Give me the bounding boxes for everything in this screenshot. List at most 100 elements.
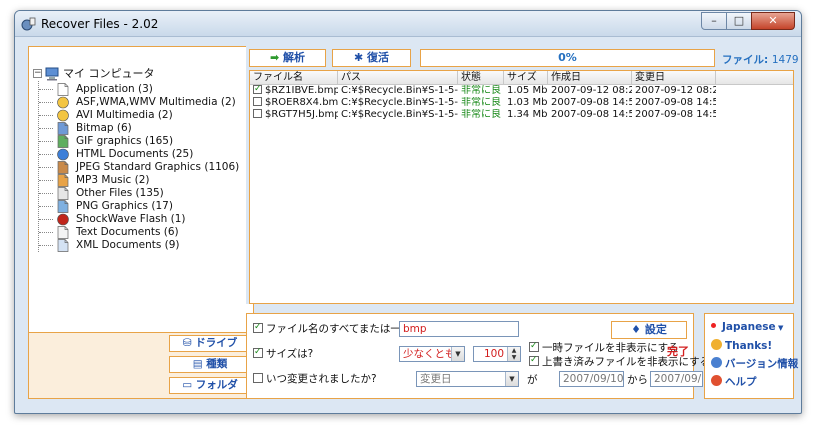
row-checkbox[interactable] <box>253 85 262 95</box>
table-row[interactable]: $RZ1IBVE.bmpC:¥$Recycle.Bin¥S-1-5-~2¥非常に… <box>250 85 793 97</box>
gif-file-icon <box>57 135 69 148</box>
computer-icon <box>45 67 59 81</box>
tree-item-label: XML Documents (9) <box>76 239 180 251</box>
thanks-link[interactable]: Thanks! <box>711 339 772 353</box>
chevron-down-icon[interactable]: ▼ <box>451 347 464 361</box>
version-link[interactable]: バージョン情報 <box>711 357 798 371</box>
table-cell-created: 2007-09-08 14:58 <box>548 109 632 121</box>
tree-item-label: Bitmap (6) <box>76 122 132 134</box>
language-menu[interactable]: Japanese ▼ <box>711 321 783 335</box>
cell-text: C:¥$Recycle.Bin¥S-1-5-~2¥ <box>341 85 458 96</box>
column-header[interactable]: サイズ <box>504 71 548 84</box>
cell-text: C:¥$Recycle.Bin¥S-1-5-~2¥ <box>341 97 458 108</box>
column-header[interactable]: 作成日 <box>548 71 632 84</box>
name-filter-option[interactable]: ファイル名のすべてまたは一部: <box>253 321 415 336</box>
tree-item-label: PNG Graphics (17) <box>76 200 173 212</box>
hide-overwritten-checkbox[interactable] <box>529 354 539 367</box>
minimize-button[interactable]: – <box>701 12 727 30</box>
help-icon <box>711 375 722 386</box>
smiley-icon <box>711 339 722 350</box>
recover-button[interactable]: ✱ 復活 <box>332 49 411 67</box>
xml-file-icon <box>57 239 69 252</box>
table-cell-name: $RZ1IBVE.bmp <box>250 85 338 97</box>
help-link[interactable]: ヘルプ <box>711 375 757 389</box>
name-filter-input[interactable]: bmp <box>399 321 519 337</box>
settings-button[interactable]: ♦ 設定 <box>611 321 687 339</box>
tree-item[interactable]: MP3 Music (2) <box>39 174 239 187</box>
tree-item[interactable]: AVI Multimedia (2) <box>39 109 239 122</box>
arrow-right-icon: ➡ <box>269 51 284 64</box>
png-file-icon <box>57 200 69 213</box>
table-cell-name: $ROER8X4.bmp <box>250 97 338 109</box>
cell-text: 1.03 Mb <box>507 97 548 108</box>
window-title: Recover Files - 2.02 <box>41 17 159 31</box>
tree-item[interactable]: ASF,WMA,WMV Multimedia (2) <box>39 96 239 109</box>
tree-item[interactable]: Text Documents (6) <box>39 226 239 239</box>
table-cell-status: 非常に良 <box>458 97 504 109</box>
collapse-icon[interactable]: − <box>33 69 42 78</box>
tree-item[interactable]: Other Files (135) <box>39 187 239 200</box>
cell-text: 2007-09-08 14:58 <box>635 97 716 108</box>
table-cell-size: 1.03 Mb <box>504 97 548 109</box>
tree-root-my-computer[interactable]: − マイ コンピュータ <box>33 67 239 81</box>
from-date-input[interactable]: 2007/09/10 <box>559 371 624 387</box>
recover-app-icon <box>21 17 36 31</box>
to-label: から <box>627 374 648 386</box>
size-value-stepper[interactable]: 100 ▲ ▼ <box>473 346 521 362</box>
to-date-input[interactable]: 2007/09/1 <box>650 371 703 387</box>
hide-temp-checkbox[interactable] <box>529 340 539 353</box>
hide-temp-option[interactable]: 一時ファイルを非表示にする <box>529 340 679 355</box>
tree-item[interactable]: GIF graphics (165) <box>39 135 239 148</box>
tree-item[interactable]: XML Documents (9) <box>39 239 239 252</box>
column-header[interactable]: ファイル名 <box>250 71 338 84</box>
size-filter-checkbox[interactable] <box>253 346 263 359</box>
cell-text: 2007-09-08 14:58 <box>551 97 632 108</box>
between-label: が <box>527 374 538 386</box>
files-count-label: ファイル: <box>722 54 769 66</box>
row-checkbox[interactable] <box>253 109 262 118</box>
cell-text: $ROER8X4.bmp <box>265 97 338 108</box>
size-operator-select[interactable]: 少なくとも ▼ <box>399 346 465 362</box>
column-header[interactable]: パス <box>338 71 458 84</box>
tree-item[interactable]: JPEG Standard Graphics (1106) <box>39 161 239 174</box>
drive-button[interactable]: ⛁ ドライブ <box>169 335 251 352</box>
folder-button[interactable]: ▭ フォルダ <box>169 377 251 394</box>
row-checkbox[interactable] <box>253 97 262 106</box>
type-button[interactable]: ▤ 種類 <box>169 356 251 373</box>
tree-item-label: Text Documents (6) <box>76 226 179 238</box>
table-row[interactable]: $ROER8X4.bmpC:¥$Recycle.Bin¥S-1-5-~2¥非常に… <box>250 97 793 109</box>
links-panel: Japanese ▼ Thanks! バージョン情報 ヘルプ <box>704 313 798 399</box>
tree-items: Application (3) ASF,WMA,WMV Multimedia (2… <box>38 81 239 252</box>
tree-item[interactable]: PNG Graphics (17) <box>39 200 239 213</box>
table-cell-path: C:¥$Recycle.Bin¥S-1-5-~2¥ <box>338 109 458 121</box>
flash-file-icon <box>57 213 69 226</box>
size-filter-option[interactable]: サイズは? <box>253 346 313 361</box>
table-cell-created: 2007-09-12 08:25 <box>548 85 632 97</box>
table-row[interactable]: $RGT7H5J.bmpC:¥$Recycle.Bin¥S-1-5-~2¥非常に… <box>250 109 793 121</box>
column-header[interactable]: 変更日 <box>632 71 716 84</box>
date-filter-checkbox[interactable] <box>253 373 263 383</box>
grid-header: ファイル名 パス 状態 サイズ 作成日 変更日 <box>250 71 793 85</box>
chevron-down-icon[interactable]: ▼ <box>505 372 518 386</box>
filter-panel: ファイル名のすべてまたは一部: bmp サイズは? 少なくとも ▼ 100 ▲▼… <box>246 313 710 399</box>
column-header[interactable]: 状態 <box>458 71 504 84</box>
tree-item[interactable]: HTML Documents (25) <box>39 148 239 161</box>
date-field-select[interactable]: 変更日 ▼ <box>416 371 519 387</box>
tree-item[interactable]: ShockWave Flash (1) <box>39 213 239 226</box>
stepper-arrows-icon[interactable]: ▲ ▼ <box>507 347 520 361</box>
maximize-button[interactable]: □ <box>726 12 752 30</box>
title-bar[interactable]: Recover Files - 2.02 – □ ✕ <box>15 11 801 37</box>
name-filter-checkbox[interactable] <box>253 321 263 334</box>
tree-item[interactable]: Bitmap (6) <box>39 122 239 135</box>
drive-icon: ⛁ <box>182 337 196 349</box>
category-tree-panel: − マイ コンピュータ Application (3) ASF,WMA,WMV M… <box>28 46 254 399</box>
close-button[interactable]: ✕ <box>751 12 795 30</box>
table-cell-name: $RGT7H5J.bmp <box>250 109 338 121</box>
info-icon <box>711 357 722 368</box>
cell-text: 2007-09-08 14:58 <box>551 109 632 120</box>
date-filter-option[interactable]: いつ変更されましたか? <box>253 373 377 386</box>
tree-item[interactable]: Application (3) <box>39 83 239 96</box>
generic-file-icon <box>57 187 69 200</box>
tree-item-label: MP3 Music (2) <box>76 174 150 186</box>
analyze-button[interactable]: ➡ 解析 <box>249 49 326 67</box>
